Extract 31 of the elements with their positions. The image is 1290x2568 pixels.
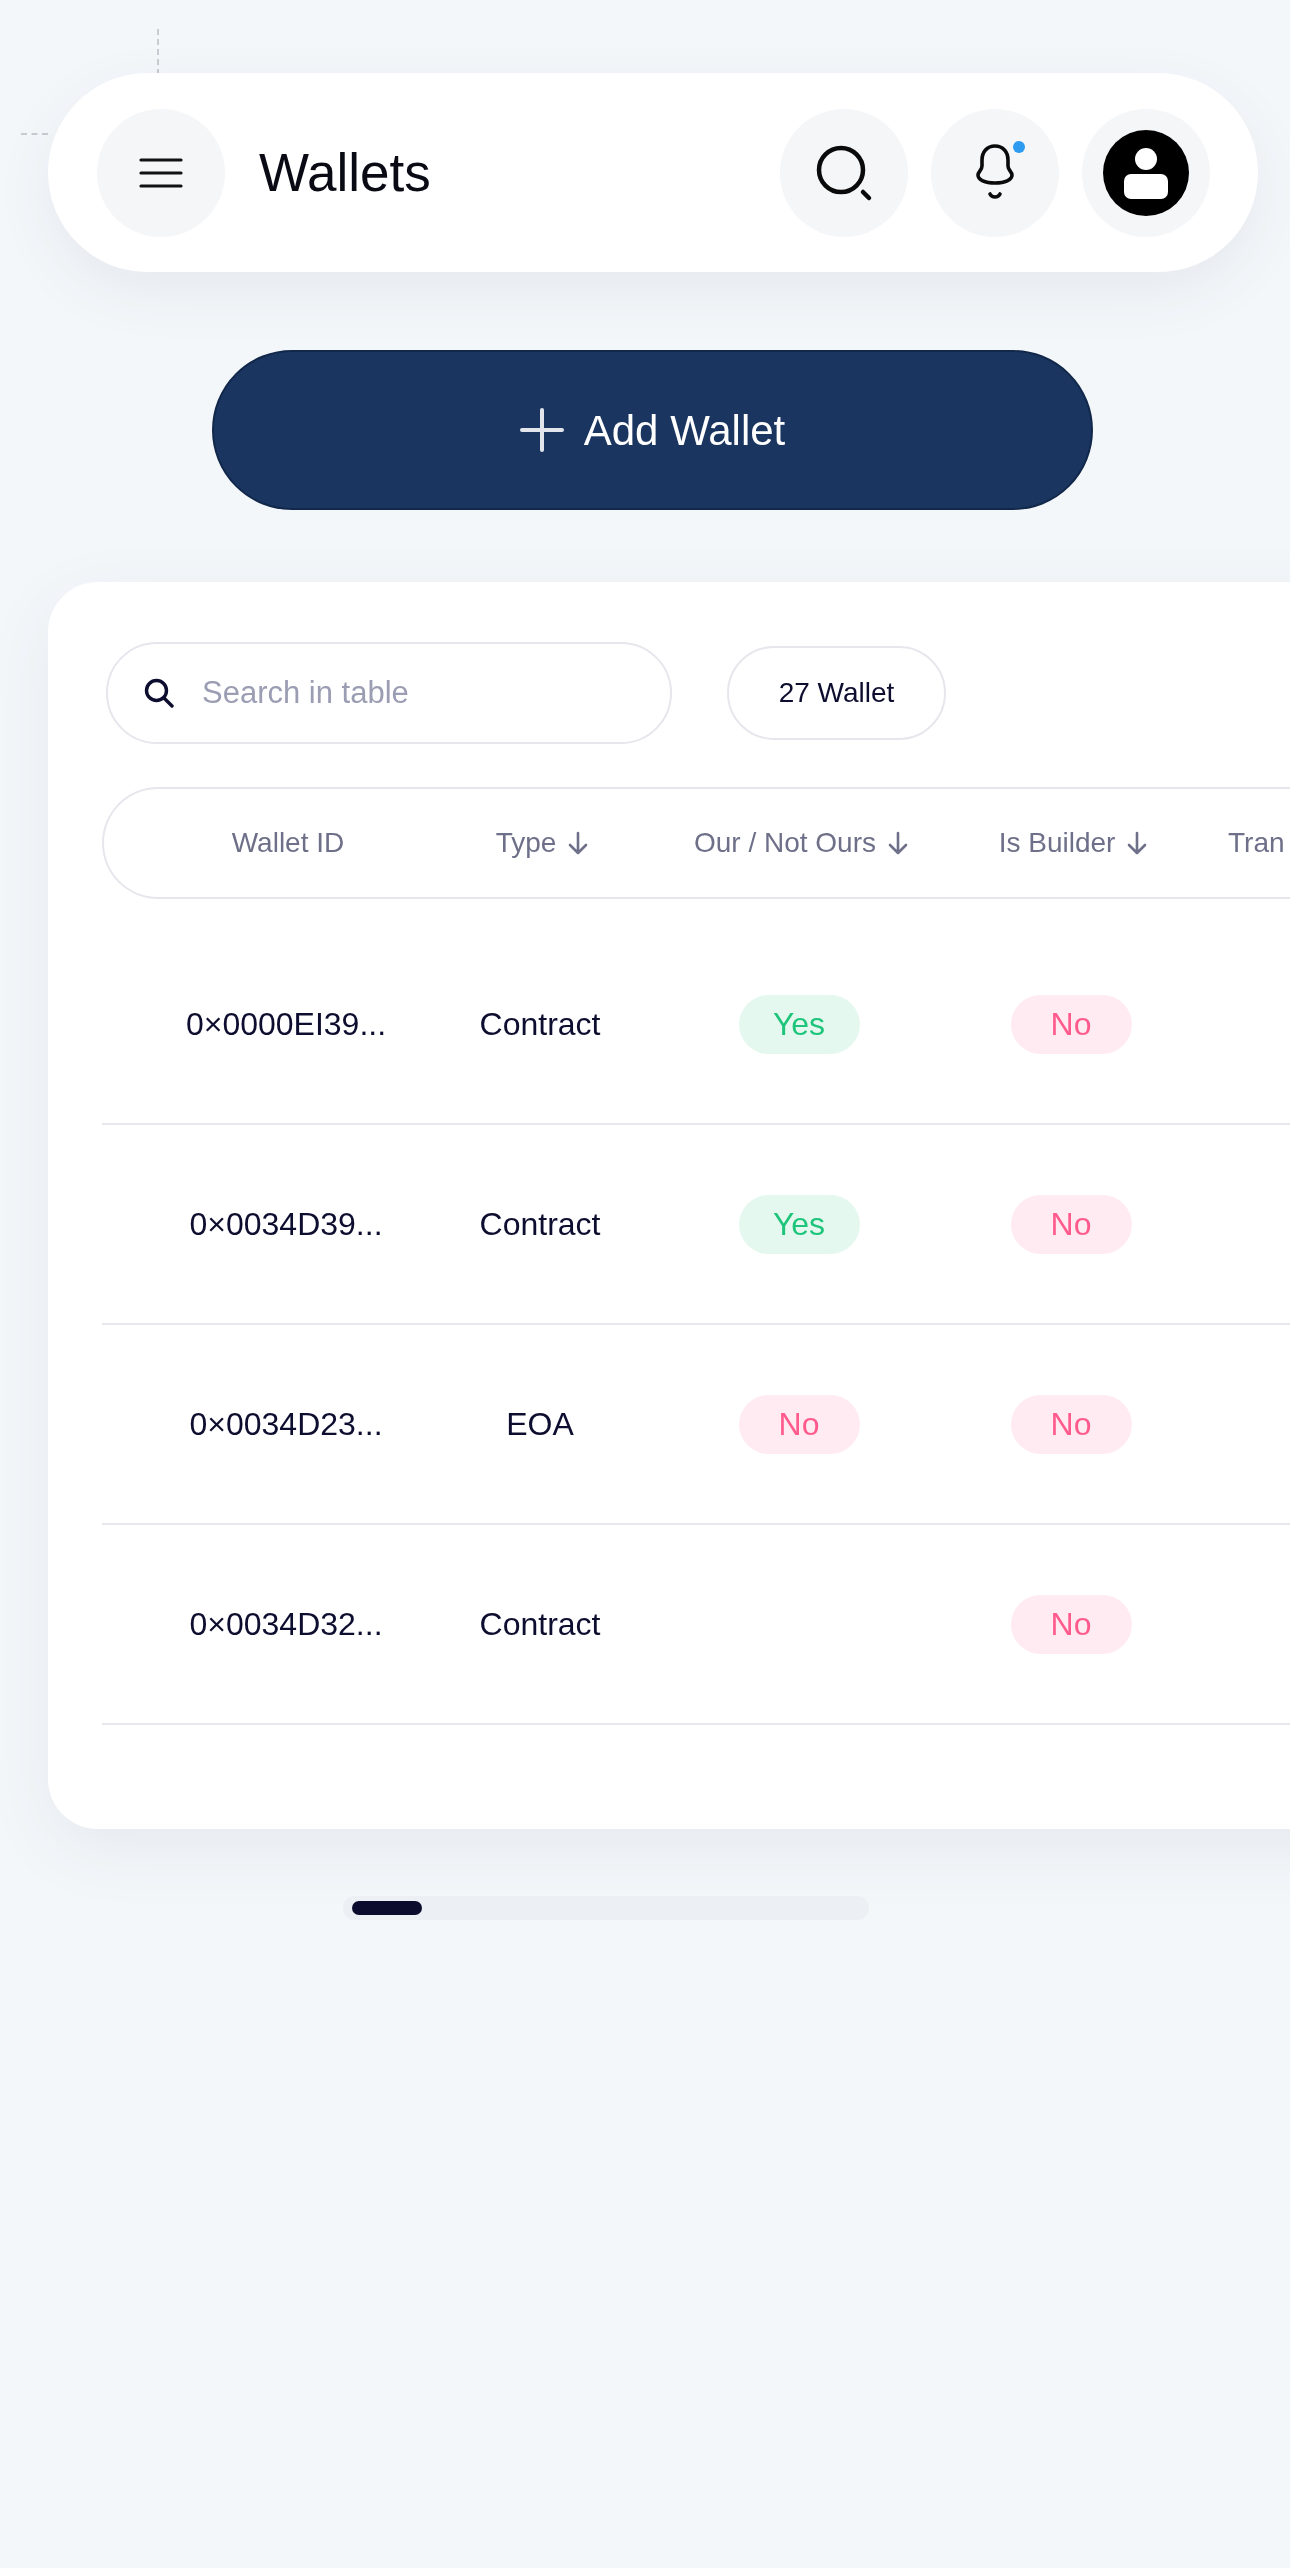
builder-badge: No [1010, 1394, 1132, 1454]
wallet-id: 0×0034D23... [189, 1405, 383, 1444]
search-icon [815, 143, 873, 202]
wallet-id: 0×0034D32... [189, 1605, 383, 1644]
wallet-type: EOA [506, 1405, 574, 1444]
ours-badge: Yes [738, 994, 860, 1054]
ours-badge: No [738, 1394, 860, 1454]
wallet-type: Contract [479, 1205, 601, 1244]
column-header[interactable]: Type [495, 822, 557, 864]
plus-icon [519, 408, 564, 452]
wallet-id: 0×0034D39... [189, 1205, 383, 1244]
add-wallet-button[interactable]: Add Wallet [212, 350, 1093, 510]
wallet-type: Contract [479, 1005, 601, 1044]
wallet-count: 27 Wallet [727, 646, 946, 740]
column-header[interactable]: Our / Not Ours [693, 822, 876, 864]
wallet-type: Contract [479, 1605, 601, 1644]
column-header[interactable]: Is Builder [998, 822, 1116, 864]
builder-badge: No [1010, 1194, 1132, 1254]
ours-badge: Yes [738, 1194, 860, 1254]
avatar-icon [1103, 129, 1189, 216]
search-field[interactable]: Search in table [106, 642, 672, 744]
menu-icon [139, 157, 183, 188]
wallet-id: 0×0000EI39... [185, 1005, 387, 1044]
builder-badge: No [1010, 994, 1132, 1054]
search-icon [144, 678, 174, 708]
column-header[interactable]: Wallet ID [231, 822, 345, 864]
column-header[interactable]: Tran [1228, 822, 1285, 864]
builder-badge: No [1010, 1594, 1132, 1654]
page-title: Wallets [259, 146, 431, 199]
horizontal-scrollbar[interactable] [343, 1896, 869, 1920]
scrollbar-thumb[interactable] [352, 1901, 422, 1915]
